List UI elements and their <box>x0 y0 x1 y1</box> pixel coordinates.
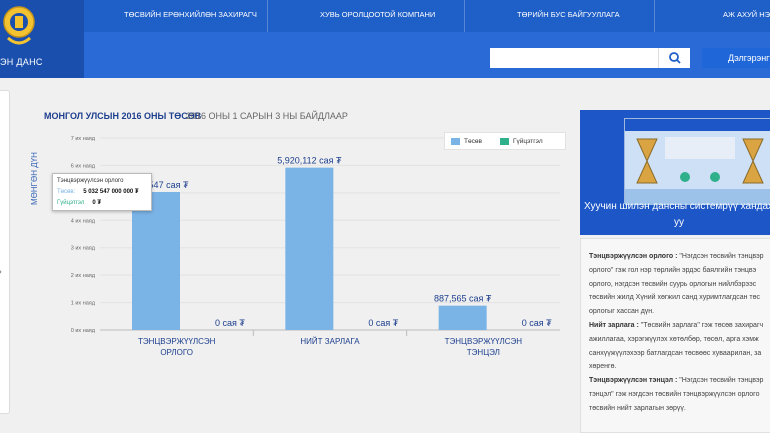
definition-term: Нийт зарлага : <box>589 322 639 329</box>
tooltip-key: Төсөв: <box>57 189 76 195</box>
legend-swatch-budget <box>451 138 460 145</box>
definition-text: орлогыг хассан дүн. <box>589 308 655 316</box>
chart-legend: Төсөв Гүйцэтгэл <box>444 132 566 150</box>
bar-budget[interactable] <box>132 191 180 330</box>
definition-line: төсвийн нийт зарлагын зөрүү. <box>589 405 686 412</box>
definition-line: орлого" гэж гол нэр төрлийн эрдэс баялги… <box>589 267 756 274</box>
definition-text: хөренгө. <box>589 363 617 371</box>
definitions-panel: Тэнцвэржүүлсэн орлого : "Нэгдсэн төсвийн… <box>580 238 770 433</box>
definition-line: хөренгө. <box>589 363 616 370</box>
definition-line: Тэнцвэржүүлсэн тэнцэл : "Нэгдсэн төсвийн… <box>589 377 763 384</box>
definition-line: Тэнцвэржүүлсэн орлого : "Нэгдсэн төсвийн… <box>589 253 764 260</box>
definition-text: санхүүжүүлэхээр батлагдсан төсвөөс хуваа… <box>589 349 762 357</box>
definition-text: ажиллагаа, хэрэгжүүлэх хөтөлбөр, төсөл, … <box>589 335 759 343</box>
x-category-label: НИЙТ ЗАРЛАГА <box>300 337 360 346</box>
tooltip-value: 5 032 547 000 000 ₮ <box>83 189 139 195</box>
tooltip-value: 0 ₮ <box>92 200 102 206</box>
legend-label-performance[interactable]: Гүйцэтгэл <box>513 138 543 145</box>
definition-term: Тэнцвэржүүлсэн орлого : <box>589 253 678 260</box>
y-tick-label: 2 их наяд <box>71 273 96 279</box>
tooltip-key: Гүйцэтгэл <box>57 200 85 206</box>
data-label: 0 сая ₮ <box>522 318 552 328</box>
legend-label-budget[interactable]: Төсөв <box>464 138 482 145</box>
definition-line: Нийт зарлага : "Төсвийн зарлага" гэж төс… <box>589 322 763 329</box>
x-category-label: ОРЛОГО <box>160 348 193 357</box>
definition-line: тэнцэл" гэж нэгдсэн төсвийн тэнцвэржүүлс… <box>589 391 759 398</box>
definition-text: төсвийн жилд Хүний хөгжил санд хуримтлаг… <box>589 294 761 302</box>
tooltip-row-performance: Гүйцэтгэл 0 ₮ <box>57 200 101 206</box>
bar-budget[interactable] <box>285 167 334 330</box>
banner-text-line2: уу <box>674 217 684 228</box>
budget-bar-chart: 0 их наяд 1 их наяд 2 их наяд 3 их наяд 4 их… <box>71 136 560 357</box>
definition-line: ажиллагаа, хэрэгжүүлэх хөтөлбөр, төсөл, … <box>589 336 759 343</box>
hourglass-icon <box>625 119 770 205</box>
definition-text: орлого" гэж гол нэр төрлийн эрдэс баялги… <box>589 266 757 274</box>
definition-line: орлогыг хассан дүн. <box>589 308 654 315</box>
definition-text: "Төсвийн зарлага" гэж төсөв захирагч <box>638 322 764 329</box>
y-tick-label: 6 их наяд <box>71 163 96 169</box>
data-label: 5,920,112 сая ₮ <box>277 156 342 166</box>
y-tick-label: 3 их наяд <box>71 246 96 252</box>
bar-budget[interactable] <box>438 305 487 330</box>
definition-text: "Нэгдсэн төсвийн тэнцвэр <box>677 377 764 385</box>
x-category-label: ТЭНЦЭЛ <box>467 348 500 357</box>
legend-swatch-performance <box>500 138 509 145</box>
definition-line: орлого, нэгдсэн төсвийн суурь орлогын ни… <box>589 281 756 288</box>
nav-item-business-units[interactable]: АЖ АХУЙ НЭГЖ <box>723 10 770 19</box>
data-label: 887,565 сая ₮ <box>434 294 492 304</box>
y-axis-label: МӨНГӨН ДҮН <box>30 152 39 205</box>
tooltip-row-budget: Төсөв: 5 032 547 000 000 ₮ <box>57 189 139 195</box>
banner-text-line1: Хуучин шилэн дансны системрүү хандах бол <box>584 201 770 212</box>
chart-tooltip: Тэнцвэржүүлсэн орлого Төсөв: 5 032 547 00… <box>52 173 152 211</box>
data-label: 0 сая ₮ <box>368 318 398 328</box>
banner-screenshot-image <box>624 118 770 205</box>
definition-line: санхүүжүүлэхээр батлагдсан төсвөөс хуваа… <box>589 350 761 357</box>
definition-text: "Нэгдсэн төсвийн тэнцвэр <box>677 253 764 260</box>
old-system-banner[interactable]: Хуучин шилэн дансны системрүү хандах бол… <box>580 110 770 235</box>
login-button[interactable]: Дэлгэрэнгүй <box>702 48 770 68</box>
definition-text: төсвийн нийт зарлагын зөрүү. <box>589 404 686 412</box>
data-label: 0 сая ₮ <box>215 318 245 328</box>
definition-term: Тэнцвэржүүлсэн тэнцэл : <box>589 377 678 385</box>
y-tick-label: 4 их наяд <box>71 218 96 224</box>
y-tick-label: 1 их наяд <box>71 301 96 307</box>
y-tick-label: 7 их наяд <box>71 136 96 142</box>
definition-text: орлого, нэгдсэн төсвийн суурь орлогын ни… <box>589 280 757 288</box>
definition-text: тэнцэл" гэж нэгдсэн төсвийн тэнцвэржүүлс… <box>589 391 760 398</box>
x-category-label: ТЭНЦВЭРЖҮҮЛСЭН <box>445 337 523 346</box>
search-button[interactable] <box>658 48 690 68</box>
y-tick-label: 0 их наяд <box>71 328 96 334</box>
nav-divider <box>654 0 655 32</box>
search-icon <box>669 52 681 64</box>
definition-line: төсвийн жилд Хүний хөгжил санд хуримтлаг… <box>589 294 760 301</box>
tooltip-title: Тэнцвэржүүлсэн орлого <box>57 178 124 184</box>
x-category-label: ТЭНЦВЭРЖҮҮЛСЭН <box>138 337 216 346</box>
